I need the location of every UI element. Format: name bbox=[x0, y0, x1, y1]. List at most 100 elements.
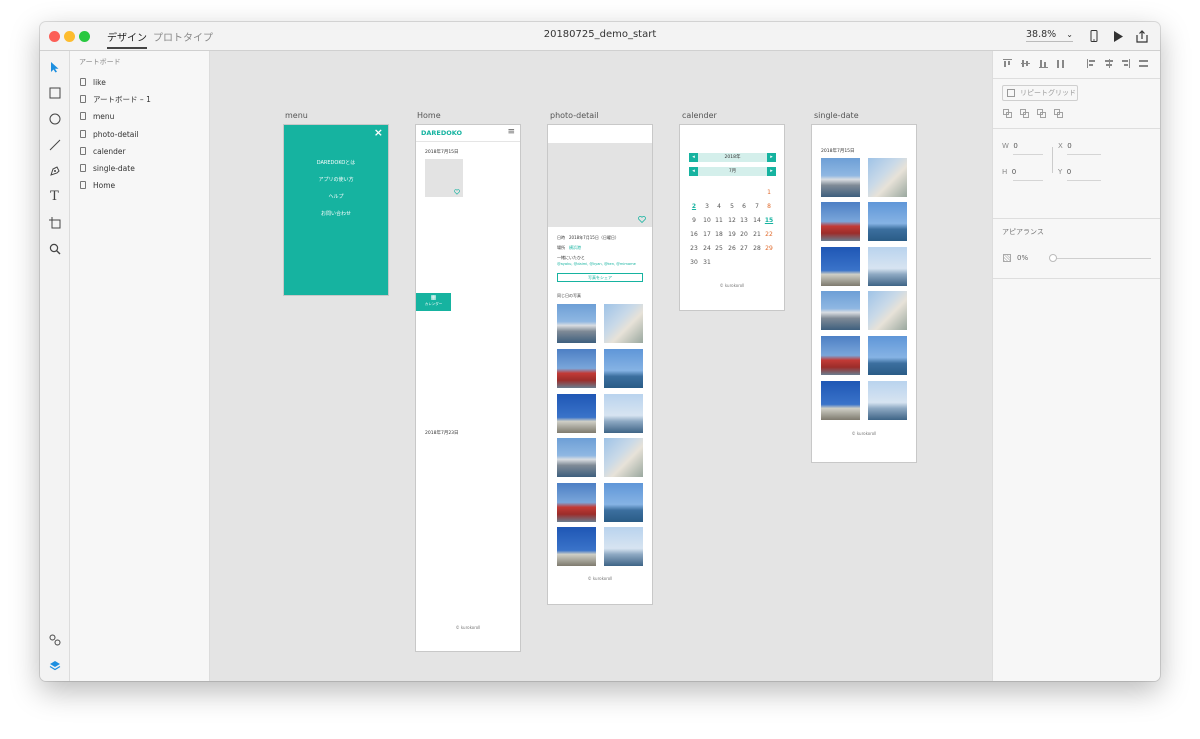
calendar-day[interactable]: 13 bbox=[738, 217, 750, 224]
close-icon[interactable]: × bbox=[374, 126, 383, 139]
artboard-label-calender[interactable]: calender bbox=[682, 111, 717, 120]
calendar-day[interactable]: 6 bbox=[738, 203, 750, 210]
x-field[interactable]: X 0 bbox=[1058, 142, 1072, 150]
calendar-day[interactable]: 25 bbox=[713, 245, 725, 252]
device-preview-icon[interactable] bbox=[1087, 30, 1101, 43]
align-vertical-icons[interactable] bbox=[1003, 59, 1073, 69]
menu-item-contact[interactable]: お問い合わせ bbox=[284, 210, 388, 217]
assets-icon[interactable] bbox=[48, 633, 61, 646]
opacity-slider-track[interactable] bbox=[1051, 258, 1151, 259]
calendar-day[interactable]: 4 bbox=[713, 203, 725, 210]
design-canvas[interactable]: menu × DAREDOKOとは アプリの使い方 ヘルプ お問い合わせ Hom… bbox=[210, 51, 992, 681]
artboard-icon[interactable] bbox=[48, 216, 61, 229]
calendar-day[interactable]: 30 bbox=[688, 259, 700, 266]
with-value[interactable]: @ayaku, @daimi, @kyan, @ken, @mimame bbox=[557, 262, 636, 266]
zoom-dropdown[interactable]: 38.8% ⌄ bbox=[1026, 29, 1073, 42]
photo-thumb[interactable] bbox=[868, 158, 907, 197]
calendar-day[interactable]: 14 bbox=[751, 217, 763, 224]
artboard-label-single-date[interactable]: single-date bbox=[814, 111, 859, 120]
heart-outline-icon[interactable] bbox=[454, 189, 460, 195]
photo-thumb[interactable] bbox=[604, 527, 643, 566]
calendar-day[interactable]: 28 bbox=[751, 245, 763, 252]
calendar-day[interactable]: 27 bbox=[738, 245, 750, 252]
calendar-button[interactable]: ▦ カレンダー bbox=[416, 293, 451, 311]
calendar-day[interactable]: 2 bbox=[688, 203, 700, 210]
calendar-day[interactable]: 17 bbox=[701, 231, 713, 238]
calendar-day[interactable]: 22 bbox=[763, 231, 775, 238]
calendar-day[interactable]: 1 bbox=[763, 189, 775, 196]
menu-item-help[interactable]: ヘルプ bbox=[284, 193, 388, 200]
artboard-single-date[interactable]: 2018年7月15日 © kurokoroll bbox=[812, 125, 916, 462]
brand-logo[interactable]: DAREDOKO bbox=[421, 129, 462, 137]
layer-item-home[interactable]: Home bbox=[80, 178, 115, 192]
photo-thumb[interactable] bbox=[821, 202, 860, 241]
w-value[interactable]: 0 bbox=[1013, 142, 1017, 150]
play-icon[interactable] bbox=[1111, 30, 1125, 43]
calendar-day[interactable]: 23 bbox=[688, 245, 700, 252]
h-value[interactable]: 0 bbox=[1012, 168, 1016, 176]
layers-icon[interactable] bbox=[48, 659, 61, 672]
heart-outline-icon[interactable] bbox=[638, 216, 646, 223]
photo-thumb[interactable] bbox=[821, 158, 860, 197]
layer-item-calender[interactable]: calender bbox=[80, 144, 126, 158]
calendar-day[interactable]: 10 bbox=[701, 217, 713, 224]
hamburger-menu-icon[interactable]: ≡ bbox=[507, 127, 515, 137]
artboard-label-home[interactable]: Home bbox=[417, 111, 441, 120]
layer-item-artboard-1[interactable]: アートボード – 1 bbox=[80, 92, 151, 106]
photo-thumb[interactable] bbox=[868, 336, 907, 375]
next-year-button[interactable]: ▸ bbox=[767, 153, 776, 162]
x-value[interactable]: 0 bbox=[1067, 142, 1071, 150]
boolean-ops-icons[interactable] bbox=[1003, 109, 1067, 119]
repeat-grid-button[interactable]: リピートグリッド bbox=[1002, 85, 1078, 101]
ellipse-icon[interactable] bbox=[48, 112, 61, 125]
calendar-day[interactable]: 16 bbox=[688, 231, 700, 238]
photo-thumb[interactable] bbox=[604, 349, 643, 388]
calendar-day[interactable]: 26 bbox=[726, 245, 738, 252]
photo-thumb[interactable] bbox=[557, 438, 596, 477]
layer-item-single-date[interactable]: single-date bbox=[80, 161, 135, 175]
calendar-day[interactable]: 3 bbox=[701, 203, 713, 210]
next-month-button[interactable]: ▸ bbox=[767, 167, 776, 176]
photo-thumb[interactable] bbox=[557, 349, 596, 388]
photo-thumb[interactable] bbox=[557, 394, 596, 433]
lock-aspect-bracket[interactable] bbox=[1047, 147, 1053, 173]
photo-thumb[interactable] bbox=[821, 291, 860, 330]
photo-thumb[interactable] bbox=[604, 483, 643, 522]
layer-item-like[interactable]: like bbox=[80, 75, 106, 89]
y-field[interactable]: Y 0 bbox=[1058, 168, 1071, 176]
calendar-day[interactable]: 29 bbox=[763, 245, 775, 252]
share-photo-button[interactable]: 写真をシェア bbox=[557, 273, 643, 282]
photo-thumb[interactable] bbox=[868, 247, 907, 286]
menu-item-howto[interactable]: アプリの使い方 bbox=[284, 176, 388, 183]
photo-thumb[interactable] bbox=[557, 527, 596, 566]
align-horizontal-icons[interactable] bbox=[1087, 59, 1151, 69]
photo-thumb[interactable] bbox=[821, 336, 860, 375]
calendar-day[interactable]: 31 bbox=[701, 259, 713, 266]
calendar-day[interactable]: 9 bbox=[688, 217, 700, 224]
photo-thumb[interactable] bbox=[868, 202, 907, 241]
photo-thumb[interactable] bbox=[604, 304, 643, 343]
artboard-calender[interactable]: ◂ 2018年 ▸ ◂ 7月 ▸ 1 2 3 4 5 6 7 8 9 10 11 12 13 14 15 16… bbox=[680, 125, 784, 310]
rectangle-icon[interactable] bbox=[48, 86, 61, 99]
photo-thumb[interactable] bbox=[821, 247, 860, 286]
w-field[interactable]: W 0 bbox=[1002, 142, 1018, 150]
y-value[interactable]: 0 bbox=[1067, 168, 1071, 176]
h-field[interactable]: H 0 bbox=[1002, 168, 1016, 176]
opacity-slider-handle[interactable] bbox=[1049, 254, 1057, 262]
artboard-home[interactable]: DAREDOKO ≡ 2018年7月15日 2018年7月23日 © kurok… bbox=[416, 125, 520, 651]
calendar-day[interactable]: 24 bbox=[701, 245, 713, 252]
zoom-icon[interactable] bbox=[48, 242, 61, 255]
photo-thumb[interactable] bbox=[557, 483, 596, 522]
photo-thumb[interactable] bbox=[868, 381, 907, 420]
select-arrow-icon[interactable] bbox=[48, 60, 61, 73]
pen-icon[interactable] bbox=[48, 164, 61, 177]
share-icon[interactable] bbox=[1135, 30, 1149, 43]
calendar-day[interactable]: 15 bbox=[763, 217, 775, 224]
photo-thumb[interactable] bbox=[604, 394, 643, 433]
calendar-day[interactable]: 5 bbox=[726, 203, 738, 210]
calendar-day[interactable]: 21 bbox=[751, 231, 763, 238]
calendar-day[interactable]: 11 bbox=[713, 217, 725, 224]
meta-place-value[interactable]: 横浜港 bbox=[569, 245, 581, 250]
calendar-day[interactable]: 19 bbox=[726, 231, 738, 238]
calendar-day[interactable]: 8 bbox=[763, 203, 775, 210]
